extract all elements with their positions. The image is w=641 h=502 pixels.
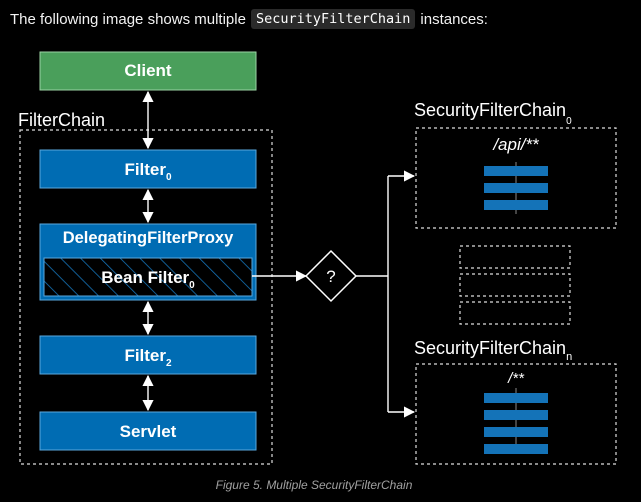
chain0-filter-bar-1: [484, 166, 548, 176]
security-filter-chain-diagram: Client FilterChain Filter0 DelegatingFil…: [18, 51, 617, 465]
filter2-name: Filter: [124, 346, 166, 365]
chain0-pattern: /api/**: [492, 135, 540, 154]
chainN-filter-bar-4: [484, 444, 548, 454]
filter0-name: Filter: [124, 160, 166, 179]
chainN-filter-bar-1: [484, 393, 548, 403]
decision-symbol: ?: [326, 267, 335, 286]
client-label: Client: [124, 61, 172, 80]
chainN-title-text: SecurityFilterChain: [414, 338, 566, 358]
filter2-subscript: 2: [166, 358, 172, 369]
chainN-subscript: n: [566, 351, 572, 363]
placeholder-chain-2: [459, 273, 571, 297]
bean-filter-name: Bean Filter: [101, 268, 189, 287]
chainN-filter-bar-2: [484, 410, 548, 420]
chainN-pattern: /**: [507, 370, 525, 387]
bean-filter-subscript: 0: [189, 280, 195, 291]
security-filter-chainN-title: SecurityFilterChainn: [414, 338, 572, 363]
figure-caption: Figure 5. Multiple SecurityFilterChain: [215, 478, 413, 492]
chain0-filter-bar-3: [484, 200, 548, 210]
security-filter-chain0-title: SecurityFilterChain0: [414, 100, 572, 127]
chain0-subscript: 0: [566, 116, 572, 127]
chain0-title-text: SecurityFilterChain: [414, 100, 566, 120]
filter0-subscript: 0: [166, 172, 172, 183]
chainN-filter-bar-3: [484, 427, 548, 437]
delegating-filter-proxy-label: DelegatingFilterProxy: [63, 229, 234, 247]
filterchain-label: FilterChain: [18, 110, 105, 130]
placeholder-chain-3: [459, 301, 571, 325]
placeholder-chain-1: [459, 245, 571, 269]
servlet-label: Servlet: [120, 422, 177, 441]
chain0-filter-bar-2: [484, 183, 548, 193]
